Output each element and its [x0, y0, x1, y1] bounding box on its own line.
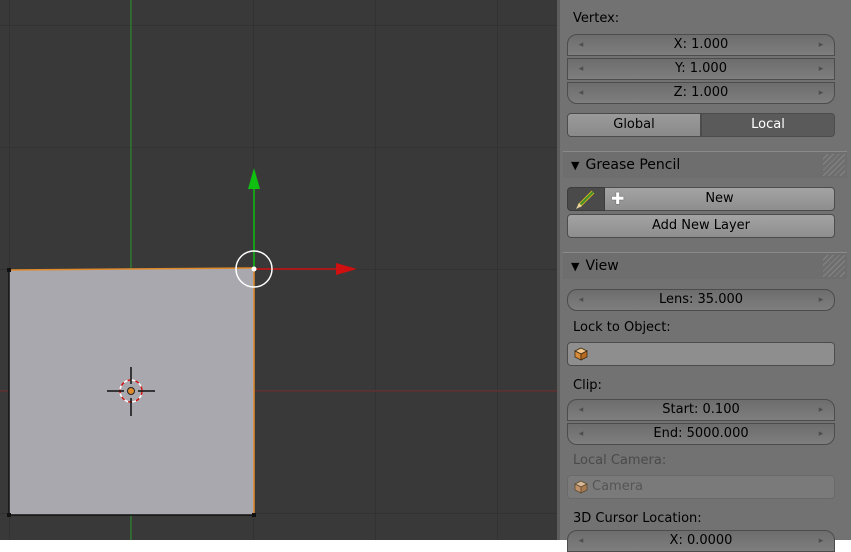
add-new-layer-button[interactable]: Add New Layer	[567, 214, 835, 238]
increment-arrow-icon[interactable]: ▸	[816, 424, 826, 444]
clip-start-field[interactable]: ◂ Start: 0.100 ▸	[567, 399, 835, 421]
selected-vertex[interactable]	[251, 266, 257, 272]
vertex-handle[interactable]	[252, 513, 256, 517]
cursor-x-field[interactable]: ◂ X: 0.0000 ▸	[567, 530, 835, 552]
decrement-arrow-icon[interactable]: ◂	[576, 290, 586, 310]
increment-arrow-icon[interactable]: ▸	[816, 59, 826, 79]
decrement-arrow-icon[interactable]: ◂	[576, 35, 586, 55]
clip-label: Clip:	[573, 378, 602, 393]
grease-pencil-draw-toggle[interactable]	[567, 187, 605, 211]
collapse-triangle-icon[interactable]: ▼	[571, 254, 579, 280]
cursor-x-value: X: 0.0000	[669, 533, 733, 548]
drag-grip-icon[interactable]	[823, 154, 845, 176]
vertex-x-value: X: 1.000	[673, 37, 729, 52]
local-toggle-button[interactable]: Local	[701, 113, 835, 137]
increment-arrow-icon[interactable]: ▸	[816, 400, 826, 420]
vertex-handle[interactable]	[7, 513, 11, 517]
drag-grip-icon[interactable]	[823, 255, 845, 277]
lens-value: Lens: 35.000	[658, 292, 744, 307]
decrement-arrow-icon[interactable]: ◂	[576, 424, 586, 444]
clip-end-field[interactable]: ◂ End: 5000.000 ▸	[567, 423, 835, 445]
vertex-handle[interactable]	[7, 268, 11, 272]
cursor-location-label: 3D Cursor Location:	[573, 511, 702, 526]
viewport-canvas[interactable]	[0, 0, 557, 540]
lock-to-object-field[interactable]	[567, 342, 835, 366]
local-camera-field: Camera	[567, 475, 835, 499]
local-camera-value: Camera	[592, 479, 644, 494]
decrement-arrow-icon[interactable]: ◂	[576, 83, 586, 103]
decrement-arrow-icon[interactable]: ◂	[576, 59, 586, 79]
3d-viewport[interactable]	[0, 0, 557, 540]
global-toggle-button[interactable]: Global	[567, 113, 701, 137]
decrement-arrow-icon[interactable]: ◂	[576, 400, 586, 420]
view-header[interactable]: ▼ View	[563, 252, 847, 279]
local-camera-label: Local Camera:	[573, 453, 667, 468]
vertex-z-field[interactable]: ◂ Z: 1.000 ▸	[567, 82, 835, 104]
clip-start-value: Start: 0.100	[662, 402, 740, 417]
x-arrow-icon[interactable]	[336, 263, 357, 275]
increment-arrow-icon[interactable]: ▸	[816, 531, 826, 551]
plus-icon: ✚	[611, 189, 625, 208]
y-arrow-icon[interactable]	[248, 168, 260, 189]
camera-object-icon	[574, 480, 588, 494]
increment-arrow-icon[interactable]: ▸	[816, 83, 826, 103]
vertex-z-value: Z: 1.000	[673, 85, 729, 100]
transform-manipulator[interactable]	[235, 168, 357, 288]
grease-pencil-title: Grease Pencil	[585, 157, 681, 173]
pencil-icon	[576, 190, 595, 209]
lens-field[interactable]: ◂ Lens: 35.000 ▸	[567, 289, 835, 311]
clip-end-value: End: 5000.000	[653, 426, 749, 441]
view-title: View	[585, 258, 619, 274]
new-grease-pencil-button[interactable]: ✚ New	[605, 187, 835, 211]
increment-arrow-icon[interactable]: ▸	[816, 35, 826, 55]
vertex-y-value: Y: 1.000	[675, 61, 727, 76]
collapse-triangle-icon[interactable]: ▼	[571, 153, 579, 179]
increment-arrow-icon[interactable]: ▸	[816, 290, 826, 310]
vertex-y-field[interactable]: ◂ Y: 1.000 ▸	[567, 58, 835, 80]
decrement-arrow-icon[interactable]: ◂	[576, 531, 586, 551]
vertex-x-field[interactable]: ◂ X: 1.000 ▸	[567, 34, 835, 56]
object-cube-icon	[574, 347, 588, 361]
lock-to-object-label: Lock to Object:	[573, 320, 671, 335]
grease-pencil-header[interactable]: ▼ Grease Pencil	[563, 151, 847, 178]
new-label: New	[705, 191, 734, 206]
object-origin-icon[interactable]	[127, 387, 135, 395]
vertex-label: Vertex:	[573, 11, 620, 26]
